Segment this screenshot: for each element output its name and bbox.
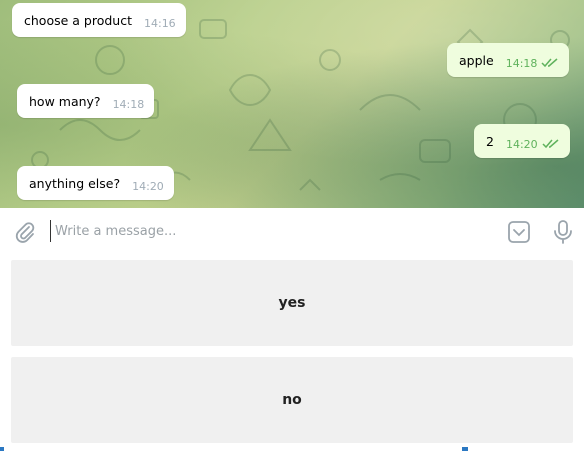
message-time: 14:18	[112, 97, 145, 111]
keyboard-button-no[interactable]: no	[11, 357, 573, 443]
window-bottom-edge	[0, 447, 584, 451]
edge-segment	[0, 447, 4, 451]
message-text: choose a product	[24, 12, 132, 28]
keyboard-button-yes[interactable]: yes	[11, 260, 573, 346]
message-input[interactable]	[50, 220, 475, 242]
message-time: 14:18	[505, 56, 538, 70]
chat-history[interactable]: choose a product 14:16 apple 14:18 how m…	[0, 0, 584, 208]
message-time: 14:16	[143, 16, 176, 30]
message-text: how many?	[29, 93, 101, 109]
double-check-icon	[541, 58, 559, 68]
microphone-icon[interactable]	[552, 219, 574, 245]
double-check-icon	[542, 139, 560, 149]
message-composer	[0, 208, 584, 255]
message-incoming[interactable]: anything else? 14:20	[17, 166, 174, 200]
reply-keyboard: yes no	[0, 255, 584, 451]
message-text: apple	[459, 52, 494, 68]
paperclip-icon[interactable]	[13, 220, 37, 244]
message-time: 14:20	[505, 137, 538, 151]
message-time: 14:20	[132, 179, 164, 193]
message-text: anything else?	[29, 175, 121, 191]
keyboard-toggle-icon[interactable]	[507, 220, 531, 244]
message-incoming[interactable]: how many? 14:18	[17, 84, 155, 118]
message-outgoing[interactable]: 2 14:20	[474, 124, 570, 158]
message-incoming[interactable]: choose a product 14:16	[12, 3, 186, 37]
edge-segment	[462, 447, 468, 451]
message-outgoing[interactable]: apple 14:18	[447, 43, 570, 77]
message-text: 2	[486, 133, 494, 149]
